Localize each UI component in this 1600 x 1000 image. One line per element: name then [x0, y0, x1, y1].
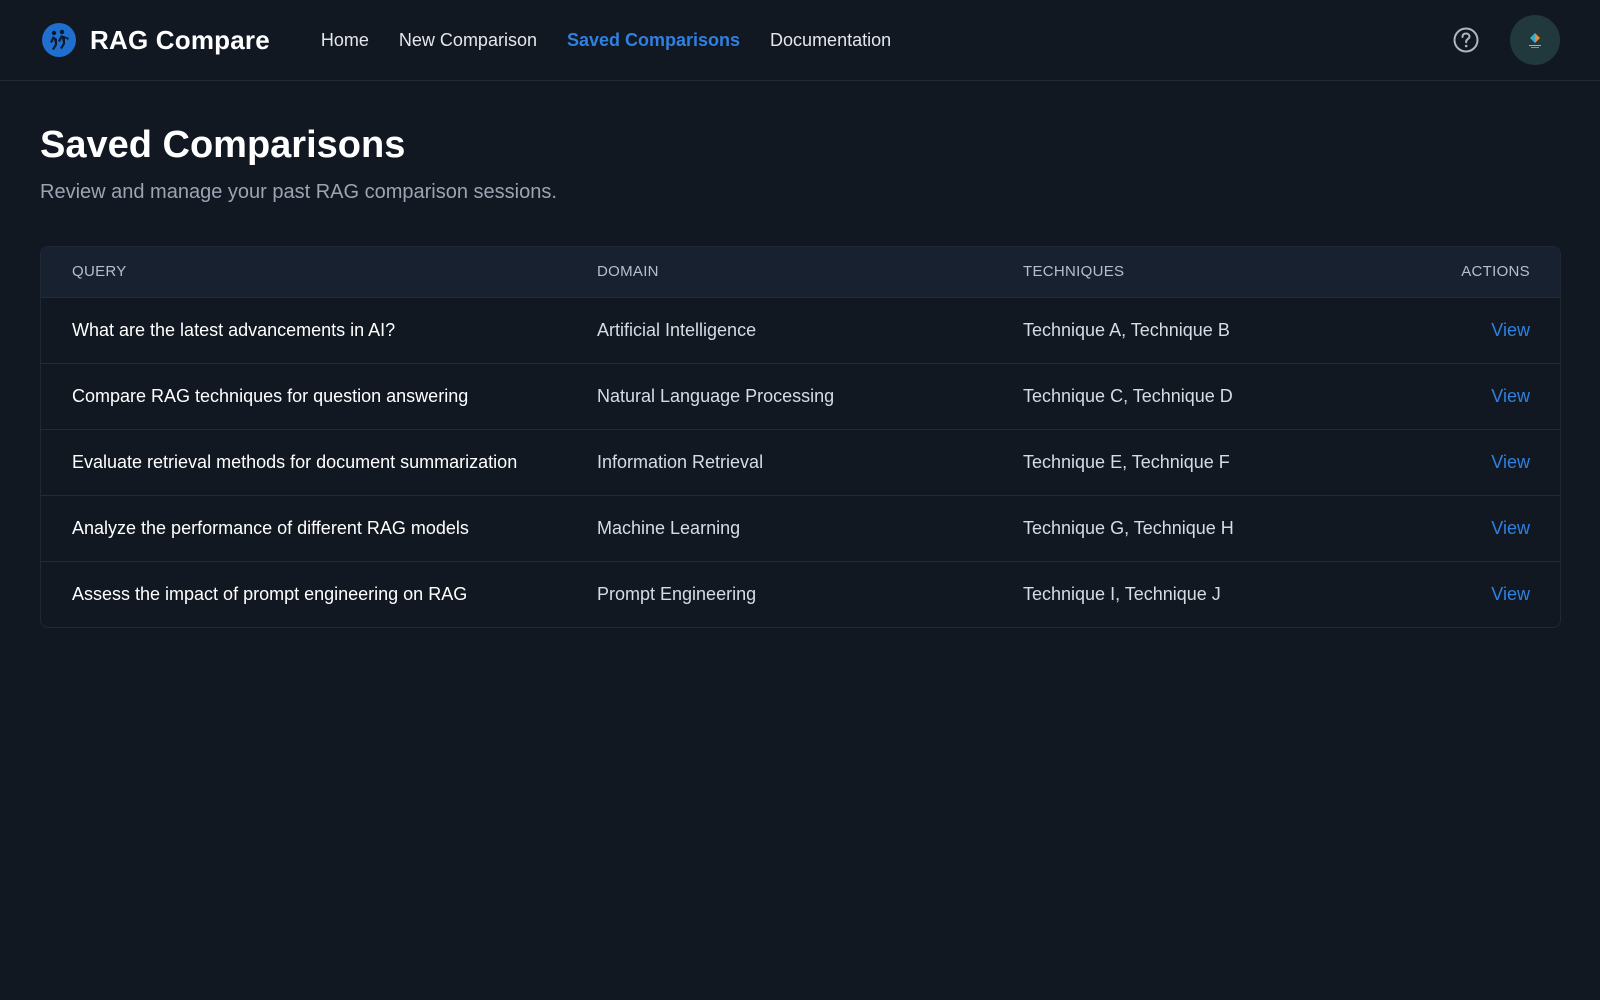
actions-cell: View [1363, 495, 1560, 561]
actions-cell: View [1363, 561, 1560, 627]
header-actions [1452, 15, 1560, 65]
view-link[interactable]: View [1491, 386, 1530, 406]
nav-saved-comparisons[interactable]: Saved Comparisons [567, 30, 740, 51]
query-cell: Analyze the performance of different RAG… [72, 517, 469, 538]
actions-cell: View [1363, 363, 1560, 429]
view-link[interactable]: View [1491, 518, 1530, 538]
nav-home[interactable]: Home [321, 30, 369, 51]
view-link[interactable]: View [1491, 320, 1530, 340]
table-row: What are the latest advancements in AI? … [41, 297, 1560, 363]
main-nav: Home New Comparison Saved Comparisons Do… [321, 30, 891, 51]
domain-cell: Natural Language Processing [597, 385, 835, 406]
column-header-actions: ACTIONS [1461, 263, 1530, 281]
table-row: Assess the impact of prompt engineering … [41, 561, 1560, 627]
actions-cell: View [1363, 297, 1560, 363]
query-cell: Assess the impact of prompt engineering … [72, 583, 468, 604]
comparisons-table: QUERY DOMAIN TECHNIQUES ACTIONS What are… [40, 246, 1561, 628]
domain-cell: Information Retrieval [597, 451, 764, 472]
techniques-cell: Technique C, Technique D [1023, 385, 1233, 406]
help-circle-icon[interactable] [1452, 26, 1480, 54]
column-header-domain: DOMAIN [597, 263, 659, 281]
table-row: Evaluate retrieval methods for document … [41, 429, 1560, 495]
table-row: Analyze the performance of different RAG… [41, 495, 1560, 561]
column-header-techniques: TECHNIQUES [1023, 263, 1125, 281]
nav-new-comparison[interactable]: New Comparison [399, 30, 537, 51]
query-cell: What are the latest advancements in AI? [72, 319, 396, 340]
query-cell: Evaluate retrieval methods for document … [72, 451, 518, 472]
query-cell: Compare RAG techniques for question answ… [72, 385, 469, 406]
domain-cell: Machine Learning [597, 517, 741, 538]
nav-documentation[interactable]: Documentation [770, 30, 891, 51]
main-content: Saved Comparisons Review and manage your… [0, 81, 1600, 628]
page-title: Saved Comparisons [40, 124, 406, 166]
actions-cell: View [1363, 429, 1560, 495]
techniques-cell: Technique E, Technique F [1023, 451, 1230, 472]
domain-cell: Prompt Engineering [597, 583, 757, 604]
user-avatar[interactable] [1510, 15, 1560, 65]
domain-cell: Artificial Intelligence [597, 319, 757, 340]
view-link[interactable]: View [1491, 584, 1530, 604]
brand[interactable]: RAG Compare [42, 23, 270, 57]
techniques-cell: Technique G, Technique H [1023, 517, 1234, 538]
top-navbar: RAG Compare Home New Comparison Saved Co… [0, 0, 1600, 81]
page-subtitle: Review and manage your past RAG comparis… [40, 181, 557, 203]
avatar-logo-icon [1529, 33, 1541, 48]
table-header-row: QUERY DOMAIN TECHNIQUES ACTIONS [41, 247, 1560, 297]
techniques-cell: Technique A, Technique B [1023, 319, 1230, 340]
app-name: RAG Compare [90, 24, 270, 55]
view-link[interactable]: View [1491, 452, 1530, 472]
techniques-cell: Technique I, Technique J [1023, 583, 1221, 604]
column-header-query: QUERY [72, 263, 127, 281]
table-row: Compare RAG techniques for question answ… [41, 363, 1560, 429]
running-figures-logo-icon [42, 23, 76, 57]
